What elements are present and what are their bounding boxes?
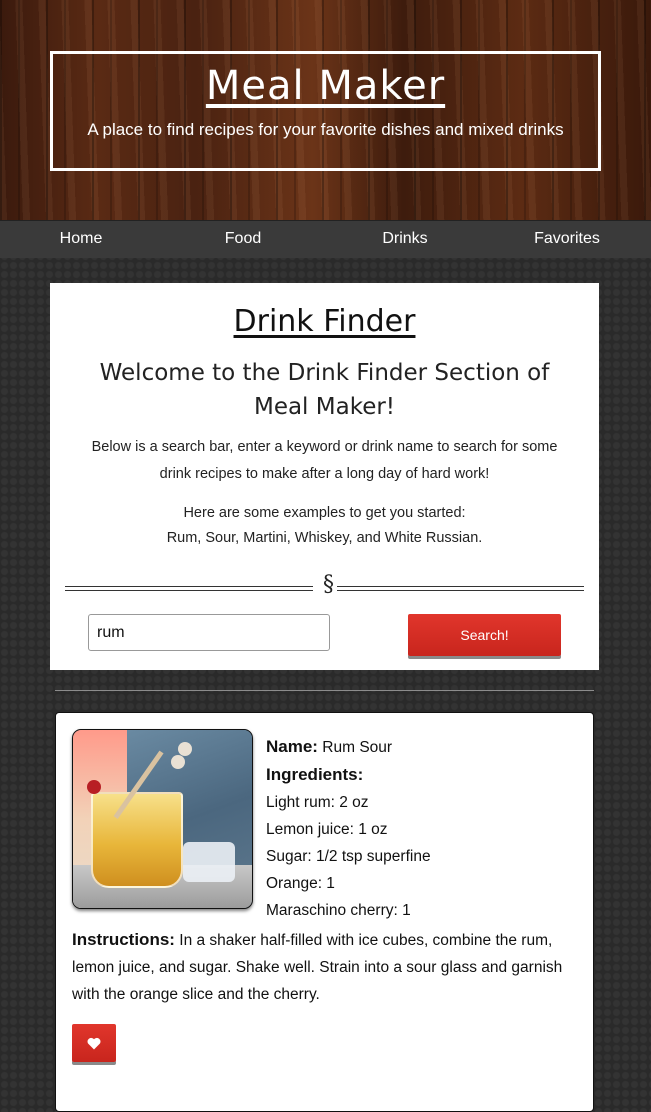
drink-details: Name: Rum Sour Ingredients: Light rum: 2… bbox=[266, 733, 576, 924]
search-button[interactable]: Search! bbox=[408, 614, 561, 656]
results-divider bbox=[55, 690, 594, 691]
hero-banner: Meal Maker A place to find recipes for y… bbox=[0, 0, 651, 220]
photo-glass bbox=[91, 792, 183, 888]
section-divider: § bbox=[65, 572, 584, 597]
finder-title: Drink Finder bbox=[233, 304, 416, 339]
ingredient-item: Maraschino cherry: 1 bbox=[266, 902, 411, 919]
heart-icon bbox=[87, 1037, 101, 1049]
site-tagline: A place to find recipes for your favorit… bbox=[87, 120, 564, 139]
main-nav: Home Food Drinks Favorites bbox=[0, 220, 651, 258]
ingredients-label: Ingredients: bbox=[266, 765, 364, 784]
instructions: Instructions: In a shaker half-filled wi… bbox=[72, 926, 582, 1008]
ingredient-item: Lemon juice: 1 oz bbox=[266, 821, 388, 838]
drink-name: Rum Sour bbox=[322, 739, 393, 756]
hero-title-box: Meal Maker A place to find recipes for y… bbox=[50, 51, 601, 171]
ingredient-item: Orange: 1 bbox=[266, 875, 335, 892]
nav-food[interactable]: Food bbox=[162, 221, 324, 258]
site-title[interactable]: Meal Maker bbox=[53, 63, 598, 109]
search-input[interactable] bbox=[88, 614, 330, 651]
nav-favorites[interactable]: Favorites bbox=[486, 221, 648, 258]
favorite-button[interactable] bbox=[72, 1024, 116, 1062]
drink-result-card: Name: Rum Sour Ingredients: Light rum: 2… bbox=[55, 712, 594, 1112]
intro-text: Below is a search bar, enter a keyword o… bbox=[91, 439, 558, 482]
name-label: Name: bbox=[266, 737, 318, 756]
ingredient-item: Light rum: 2 oz bbox=[266, 794, 369, 811]
section-sign: § bbox=[323, 572, 334, 597]
ingredients-heading: Ingredients: bbox=[266, 761, 576, 789]
drink-photo bbox=[72, 729, 253, 909]
photo-cherry bbox=[87, 780, 101, 794]
photo-bead bbox=[171, 755, 185, 769]
welcome-heading: Welcome to the Drink Finder Section of M… bbox=[99, 360, 550, 420]
examples-list: Rum, Sour, Martini, Whiskey, and White R… bbox=[166, 530, 483, 546]
ingredient-item: Sugar: 1/2 tsp superfine bbox=[266, 848, 431, 865]
divider-line-left bbox=[65, 586, 313, 591]
drink-finder-panel: Drink Finder Welcome to the Drink Finder… bbox=[50, 283, 599, 670]
examples-lead: Here are some examples to get you starte… bbox=[183, 505, 466, 521]
divider-line-right bbox=[337, 586, 584, 591]
instructions-label: Instructions: bbox=[72, 930, 175, 949]
photo-bead bbox=[178, 742, 192, 756]
nav-drinks[interactable]: Drinks bbox=[324, 221, 486, 258]
name-row: Name: Rum Sour bbox=[266, 733, 576, 761]
nav-home[interactable]: Home bbox=[0, 221, 162, 258]
photo-ice bbox=[183, 842, 235, 882]
